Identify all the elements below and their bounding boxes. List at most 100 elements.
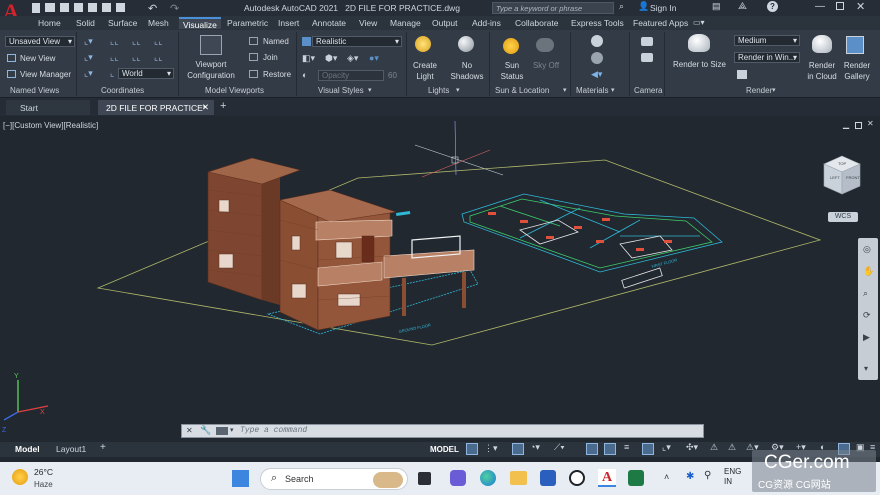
store-icon[interactable]	[540, 470, 556, 486]
wcs-menu[interactable]: WCS	[828, 212, 858, 222]
snap-icon[interactable]: ⋮▾	[484, 443, 498, 454]
bluetooth-icon[interactable]: ✱	[686, 471, 694, 482]
weather-desc[interactable]: Haze	[34, 480, 53, 489]
panel-expand-icon[interactable]: ▾	[456, 86, 460, 94]
osnap-icon[interactable]	[586, 443, 598, 455]
render-gallery-button[interactable]: Render Gallery	[841, 60, 873, 82]
tab-express-tools[interactable]: Express Tools	[571, 18, 624, 28]
minimize-icon[interactable]: —	[815, 1, 825, 12]
search-icon[interactable]: ⌕	[619, 1, 624, 12]
panel-label-camera[interactable]: Camera	[634, 86, 662, 95]
opacity-value[interactable]: 60	[388, 71, 397, 80]
ucs-y-icon[interactable]: ⌞⌞	[154, 36, 162, 47]
tab-insert[interactable]: Insert	[278, 18, 299, 28]
tab-output[interactable]: Output	[432, 18, 458, 28]
new-file-icon[interactable]	[32, 3, 40, 13]
command-history-icon[interactable]	[216, 427, 228, 435]
tab-solid[interactable]: Solid	[76, 18, 95, 28]
tab-featured-apps[interactable]: Featured Apps	[633, 18, 688, 28]
restore-viewports-button[interactable]: Restore	[263, 70, 291, 79]
grid-icon[interactable]	[466, 443, 478, 455]
command-close-icon[interactable]: ✕	[186, 426, 193, 435]
new-tab-button[interactable]: +	[220, 100, 226, 112]
sun-status-button[interactable]: Sun Status	[498, 60, 526, 82]
a360-icon[interactable]: ⟁	[738, 1, 747, 12]
edge-style-icon[interactable]: ◧▾	[302, 53, 315, 64]
teams-icon[interactable]	[450, 470, 466, 486]
panel-label-lights[interactable]: Lights	[428, 86, 449, 95]
pan-icon[interactable]: ✋	[863, 266, 874, 277]
search-input[interactable]: Type a keyword or phrase	[496, 4, 582, 13]
panel-label-named-views[interactable]: Named Views	[10, 86, 59, 95]
render-destination-combo[interactable]: Render in Win... ▾	[734, 52, 800, 63]
autocad-taskbar-icon[interactable]: A	[598, 469, 616, 487]
no-shadows-button[interactable]: No Shadows	[449, 60, 485, 82]
close-icon[interactable]: ✕	[856, 0, 865, 13]
3d-osnap-icon[interactable]	[604, 443, 616, 455]
named-viewports-button[interactable]: Named	[263, 37, 289, 46]
ucs-x-icon[interactable]: ⌞⌞	[132, 36, 140, 47]
zoom-icon[interactable]: ⌕	[863, 288, 868, 299]
shadow-style-icon[interactable]: ◈▾	[347, 53, 358, 64]
tab-view[interactable]: View	[359, 18, 377, 28]
lineweight-icon[interactable]: ≡	[624, 442, 629, 452]
create-camera-icon[interactable]	[641, 37, 653, 46]
orbit-icon[interactable]: ⟳	[863, 310, 871, 321]
auto-scale-icon[interactable]: ⚠	[728, 442, 736, 453]
user-icon[interactable]: 👤	[638, 1, 649, 12]
search-box[interactable]: Type a keyword or phrase	[492, 2, 614, 14]
tab-mesh[interactable]: Mesh	[148, 18, 169, 28]
language-indicator[interactable]: ENG IN	[724, 467, 741, 487]
tab-add-ins[interactable]: Add-ins	[472, 18, 501, 28]
isodraft-icon[interactable]: ⟋▾	[554, 442, 565, 453]
plot-icon[interactable]	[116, 3, 125, 12]
excel-icon[interactable]	[628, 470, 644, 486]
materials-browser-icon[interactable]	[591, 35, 603, 47]
cart-icon[interactable]: ▤	[712, 1, 721, 12]
model-space-toggle[interactable]: MODEL	[430, 445, 459, 454]
face-style-icon[interactable]: ⬢▾	[325, 53, 337, 64]
ortho-icon[interactable]	[512, 443, 524, 455]
sign-in-link[interactable]: Sign In	[650, 3, 676, 13]
open-file-icon[interactable]	[45, 3, 55, 12]
tab-parametric[interactable]: Parametric	[227, 18, 268, 28]
panel-label-coordinates[interactable]: Coordinates	[101, 86, 144, 95]
doc-tab-start[interactable]: Start	[6, 100, 90, 115]
new-layout-button[interactable]: +	[100, 442, 106, 453]
ucs-icon[interactable]: ⌞▾	[84, 36, 93, 47]
ucs-z-icon[interactable]: ⌞⌞	[110, 52, 118, 63]
command-history-dropdown[interactable]: ▾	[230, 426, 234, 434]
dell-icon[interactable]	[569, 470, 585, 486]
ucs-icon-toggle[interactable]: ⌞	[110, 68, 114, 79]
panel-label-render[interactable]: Render	[746, 86, 772, 95]
show-hidden-icons[interactable]: ˄	[664, 472, 669, 482]
task-view-icon[interactable]	[418, 472, 431, 485]
edge-icon[interactable]	[480, 470, 496, 486]
drawing-viewport[interactable]: [−][Custom View][Realistic] ▁ ✕ FIRST FL…	[0, 118, 880, 440]
save-web-icon[interactable]	[102, 3, 111, 12]
materials-editor-icon[interactable]	[591, 52, 603, 64]
ucs-view-icon[interactable]: ⌞⌞	[154, 52, 162, 63]
nav-wheel-icon[interactable]: ◎	[863, 244, 871, 255]
dynamic-ucs-icon[interactable]: ⌞▾	[662, 442, 671, 453]
save-icon[interactable]	[60, 3, 69, 12]
panel-label-visual-styles[interactable]: Visual Styles	[318, 86, 364, 95]
render-environment-icon[interactable]	[737, 70, 747, 79]
tab-collaborate[interactable]: Collaborate	[515, 18, 558, 28]
redo-icon[interactable]: ↷	[170, 2, 179, 15]
render-quality-combo[interactable]: Medium ▾	[734, 35, 800, 46]
file-explorer-icon[interactable]	[510, 471, 527, 485]
viewcube[interactable]: LEFT FRONT TOP	[820, 154, 864, 200]
create-light-button[interactable]: Create Light	[410, 60, 440, 82]
panel-label-model-viewports[interactable]: Model Viewports	[205, 86, 264, 95]
open-web-icon[interactable]	[88, 3, 97, 12]
panel-expand-icon[interactable]: ▾	[368, 86, 372, 94]
camera-view-icon[interactable]	[641, 53, 653, 62]
showmotion-icon[interactable]: ▶	[863, 332, 870, 343]
location-icon[interactable]: ⚲	[704, 470, 711, 481]
panel-expand-icon[interactable]: ▾	[563, 86, 567, 94]
windows-start-icon[interactable]	[232, 470, 249, 487]
layout-tab-model[interactable]: Model	[15, 444, 40, 454]
panel-expand-icon[interactable]: ▾	[772, 86, 776, 94]
named-view-combo[interactable]: Unsaved View ▾	[5, 36, 75, 47]
